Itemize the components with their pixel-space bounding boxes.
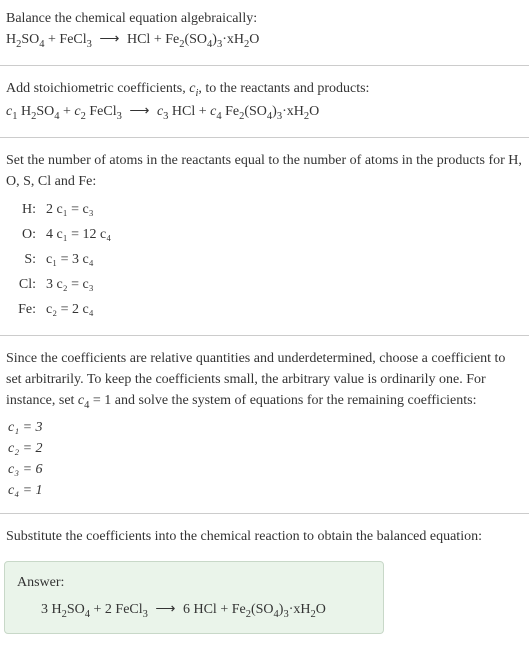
balanced-equation: 3 H2SO4 + 2 FeCl3 ⟶ 6 HCl + Fe2(SO4)3·xH… <box>17 593 371 623</box>
element-label: H: <box>12 198 40 221</box>
element-label: Fe: <box>12 298 40 321</box>
element-equation: c₁ = 3 c₄ <box>42 248 115 271</box>
section-balance-intro: Balance the chemical equation algebraica… <box>0 0 529 61</box>
element-equation: 3 c₂ = c₃ <box>42 273 115 296</box>
table-row: Fe:c₂ = 2 c₄ <box>12 298 115 321</box>
element-label: S: <box>12 248 40 271</box>
table-row: Cl:3 c₂ = c₃ <box>12 273 115 296</box>
section-substitute: Substitute the coefficients into the che… <box>0 518 529 555</box>
section-atom-equations: Set the number of atoms in the reactants… <box>0 142 529 331</box>
coefficient-value: c₁ = 3 <box>8 417 523 438</box>
table-row: S:c₁ = 3 c₄ <box>12 248 115 271</box>
element-equation: c₂ = 2 c₄ <box>42 298 115 321</box>
arrow-icon: ⟶ <box>122 104 157 119</box>
coefficient-value: c₂ = 2 <box>8 438 523 459</box>
element-equation: 2 c₁ = c₃ <box>42 198 115 221</box>
section-stoichiometric: Add stoichiometric coefficients, ci, to … <box>0 70 529 133</box>
element-label: O: <box>12 223 40 246</box>
stoich-equation: c1 H2SO4 + c2 FeCl3 ⟶ c3 HCl + c4 Fe2(SO… <box>6 101 523 125</box>
intro-title: Balance the chemical equation algebraica… <box>6 8 523 29</box>
stoich-title: Add stoichiometric coefficients, ci, to … <box>6 78 523 102</box>
divider <box>0 335 529 336</box>
divider <box>0 137 529 138</box>
coefficient-value: c₄ = 1 <box>8 480 523 501</box>
section-solve: Since the coefficients are relative quan… <box>0 340 529 510</box>
coefficient-value: c₃ = 6 <box>8 459 523 480</box>
coefficient-list: c₁ = 3 c₂ = 2 c₃ = 6 c₄ = 1 <box>8 417 523 501</box>
atom-title: Set the number of atoms in the reactants… <box>6 150 523 192</box>
table-row: H:2 c₁ = c₃ <box>12 198 115 221</box>
table-row: O:4 c₁ = 12 c₄ <box>12 223 115 246</box>
substitute-title: Substitute the coefficients into the che… <box>6 526 523 547</box>
arrow-icon: ⟶ <box>148 602 183 617</box>
arrow-icon: ⟶ <box>92 32 127 47</box>
equation-table: H:2 c₁ = c₃ O:4 c₁ = 12 c₄ S:c₁ = 3 c₄ C… <box>10 196 117 323</box>
answer-box: Answer: 3 H2SO4 + 2 FeCl3 ⟶ 6 HCl + Fe2(… <box>4 561 384 634</box>
element-equation: 4 c₁ = 12 c₄ <box>42 223 115 246</box>
divider <box>0 513 529 514</box>
divider <box>0 65 529 66</box>
answer-label: Answer: <box>17 572 371 593</box>
solve-title: Since the coefficients are relative quan… <box>6 348 523 414</box>
unbalanced-equation: H2SO4 + FeCl3 ⟶ HCl + Fe2(SO4)3·xH2O <box>6 29 523 53</box>
element-label: Cl: <box>12 273 40 296</box>
